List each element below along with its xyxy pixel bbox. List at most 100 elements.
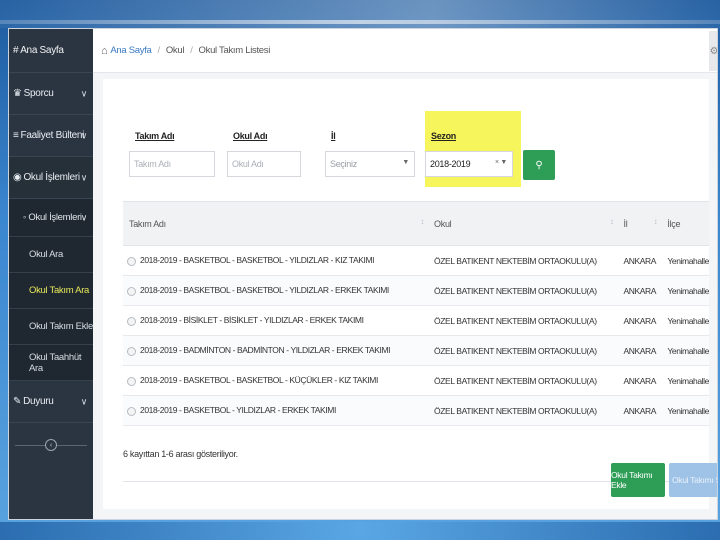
sidebar-item-label: Sporcu [23, 88, 54, 99]
team-table: Takım Adı ↕ Okul ↕ İl ↕ İlçe 2018-2019 -… [123, 201, 709, 426]
cell-takim-adi: 2018-2019 - BASKETBOL - BASKETBOL - KÜÇÜ… [123, 365, 429, 396]
list-icon: ≡ [13, 130, 19, 141]
table-row[interactable]: 2018-2019 - BASKETBOL - BASKETBOL - YILD… [123, 245, 709, 276]
sidebar-item-okul-islemleri[interactable]: ◉ Okul İşlemleri ∨ [9, 157, 93, 199]
cell-okul: ÖZEL BATIKENT NEKTEBİM ORTAOKULU(A) [428, 365, 618, 396]
main-content: ⌂ Ana Sayfa / Okul / Okul Takım Listesi … [93, 29, 717, 519]
gear-icon[interactable]: ⚙ [709, 31, 717, 71]
cell-text: 2018-2019 - BASKETBOL - YILDIZLAR - ERKE… [140, 405, 336, 416]
link-label: Okul Ara [29, 249, 64, 260]
cell-il: ANKARA [617, 395, 662, 426]
cell-text: 2018-2019 - BASKETBOL - BASKETBOL - KÜÇÜ… [140, 375, 378, 386]
cell-takim-adi: 2018-2019 - BİSİKLET - BİSİKLET - YILDIZ… [123, 305, 429, 336]
sidebar-submenu: ◦ Okul İşlemleri ∨ Okul Ara Okul Takım A… [9, 199, 93, 381]
sort-icon: ↕ [653, 217, 658, 226]
row-radio[interactable] [127, 256, 136, 266]
sidebar-item-faaliyet-bulteni[interactable]: ≡ Faaliyet Bülteni ∨ [9, 115, 93, 157]
cell-okul: ÖZEL BATIKENT NEKTEBİM ORTAOKULU(A) [428, 245, 618, 276]
sidebar-collapse-toggle[interactable]: ‹ [9, 433, 93, 457]
row-radio[interactable] [127, 376, 136, 386]
link-label: Okul Takım Ara [29, 285, 90, 296]
home-icon: ⌂ [101, 44, 108, 57]
il-value: Seçiniz [330, 159, 357, 169]
header-label: İl [623, 218, 628, 229]
search-icon: ⚲ [535, 159, 543, 171]
decorative-line [0, 20, 720, 24]
cell-okul: ÖZEL BATIKENT NEKTEBİM ORTAOKULU(A) [428, 335, 618, 366]
sidebar-item-duyuru[interactable]: ✎ Duyuru ∨ [9, 381, 93, 423]
search-panel: Takım Adı Takım Adı Okul Adı Okul Adı İl… [103, 79, 717, 509]
cell-ilce: Yenimahalle [661, 365, 709, 396]
sidebar-link-okul-takim-ara[interactable]: Okul Takım Ara [9, 273, 93, 309]
chevron-down-icon: ∨ [80, 396, 88, 406]
cell-text: 2018-2019 - BİSİKLET - BİSİKLET - YILDIZ… [140, 315, 364, 326]
submenu-okul-islemleri[interactable]: ◦ Okul İşlemleri ∨ [9, 199, 93, 237]
table-row[interactable]: 2018-2019 - BASKETBOL - YILDIZLAR - ERKE… [123, 395, 709, 426]
search-button[interactable]: ⚲ [523, 150, 555, 180]
chevron-down-icon: ∨ [80, 130, 88, 140]
okul-adi-input[interactable]: Okul Adı [227, 151, 301, 177]
il-label: İl [331, 131, 336, 141]
cell-takim-adi: 2018-2019 - BASKETBOL - BASKETBOL - YILD… [123, 275, 429, 306]
chevron-down-icon: ∨ [80, 88, 88, 98]
il-select[interactable]: Seçiniz ▼ [325, 151, 415, 177]
cell-il: ANKARA [617, 245, 662, 276]
sidebar-link-okul-ara[interactable]: Okul Ara [9, 237, 93, 273]
cell-ilce: Yenimahalle [661, 335, 709, 366]
column-header-takim-adi[interactable]: Takım Adı ↕ [123, 201, 429, 246]
cell-il: ANKARA [617, 335, 662, 366]
link-label: Okul Takım Ekle [29, 321, 93, 332]
cell-il: ANKARA [617, 305, 662, 336]
cell-okul: ÖZEL BATIKENT NEKTEBİM ORTAOKULU(A) [428, 305, 618, 336]
table-row[interactable]: 2018-2019 - BASKETBOL - BASKETBOL - YILD… [123, 275, 709, 306]
row-radio[interactable] [127, 346, 136, 356]
column-header-ilce[interactable]: İlçe [661, 201, 709, 246]
table-header-row: Takım Adı ↕ Okul ↕ İl ↕ İlçe [123, 201, 709, 246]
sidebar-item-label: Okul İşlemleri [23, 172, 80, 183]
okul-adi-label: Okul Adı [233, 131, 268, 141]
row-radio[interactable] [127, 316, 136, 326]
app-window: # Ana Sayfa ♛ Sporcu ∨ ≡ Faaliyet Bülten… [8, 28, 718, 520]
column-header-il[interactable]: İl ↕ [617, 201, 662, 246]
sidebar-home-link[interactable]: # Ana Sayfa [9, 29, 93, 73]
row-radio[interactable] [127, 406, 136, 416]
sezon-select[interactable]: 2018-2019 × ▼ [425, 151, 513, 177]
cell-okul: ÖZEL BATIKENT NEKTEBİM ORTAOKULU(A) [428, 395, 618, 426]
cell-il: ANKARA [617, 275, 662, 306]
decorative-bottom-bar [0, 522, 720, 540]
delete-team-button[interactable]: Okul Takımı Sil [669, 463, 717, 497]
cell-text: 2018-2019 - BASKETBOL - BASKETBOL - YILD… [140, 255, 375, 266]
sidebar-link-okul-taahhut-ara[interactable]: Okul Taahhüt Ara [9, 345, 93, 381]
column-header-okul[interactable]: Okul ↕ [428, 201, 618, 246]
globe-icon: ◉ [13, 172, 22, 183]
breadcrumb-level1[interactable]: Okul [166, 45, 185, 56]
sezon-label: Sezon [431, 131, 457, 141]
header-label: İlçe [667, 218, 681, 229]
table-row[interactable]: 2018-2019 - BİSİKLET - BİSİKLET - YILDIZ… [123, 305, 709, 336]
cell-takim-adi: 2018-2019 - BASKETBOL - YILDIZLAR - ERKE… [123, 395, 429, 426]
table-row[interactable]: 2018-2019 - BADMİNTON - BADMİNTON - YILD… [123, 335, 709, 366]
cell-ilce: Yenimahalle [661, 305, 709, 336]
sidebar-item-sporcu[interactable]: ♛ Sporcu ∨ [9, 73, 93, 115]
chevron-down-icon: ∨ [80, 172, 88, 182]
table-summary: 6 kayıttan 1-6 arası gösteriliyor. [123, 449, 238, 459]
table-row[interactable]: 2018-2019 - BASKETBOL - BASKETBOL - KÜÇÜ… [123, 365, 709, 396]
sidebar-item-label: Duyuru [23, 396, 54, 407]
cell-okul: ÖZEL BATIKENT NEKTEBİM ORTAOKULU(A) [428, 275, 618, 306]
add-team-button[interactable]: Okul Takımı Ekle [611, 463, 665, 497]
sezon-value: 2018-2019 [430, 159, 471, 169]
row-radio[interactable] [127, 286, 136, 296]
breadcrumb-home[interactable]: Ana Sayfa [110, 45, 151, 56]
cell-ilce: Yenimahalle [661, 275, 709, 306]
sidebar-link-okul-takim-ekle[interactable]: Okul Takım Ekle [9, 309, 93, 345]
takim-adi-input[interactable]: Takım Adı [129, 151, 215, 177]
sort-icon: ↕ [609, 217, 614, 226]
caret-down-icon: ▼ [402, 159, 409, 166]
cell-takim-adi: 2018-2019 - BASKETBOL - BASKETBOL - YILD… [123, 245, 429, 276]
page-title: Okul Takım Listesi [198, 45, 271, 56]
cell-ilce: Yenimahalle [661, 245, 709, 276]
cell-text: 2018-2019 - BASKETBOL - BASKETBOL - YILD… [140, 285, 389, 296]
cell-ilce: Yenimahalle [661, 395, 709, 426]
sidebar: # Ana Sayfa ♛ Sporcu ∨ ≡ Faaliyet Bülten… [9, 29, 93, 519]
chevron-left-icon: ‹ [45, 439, 57, 451]
